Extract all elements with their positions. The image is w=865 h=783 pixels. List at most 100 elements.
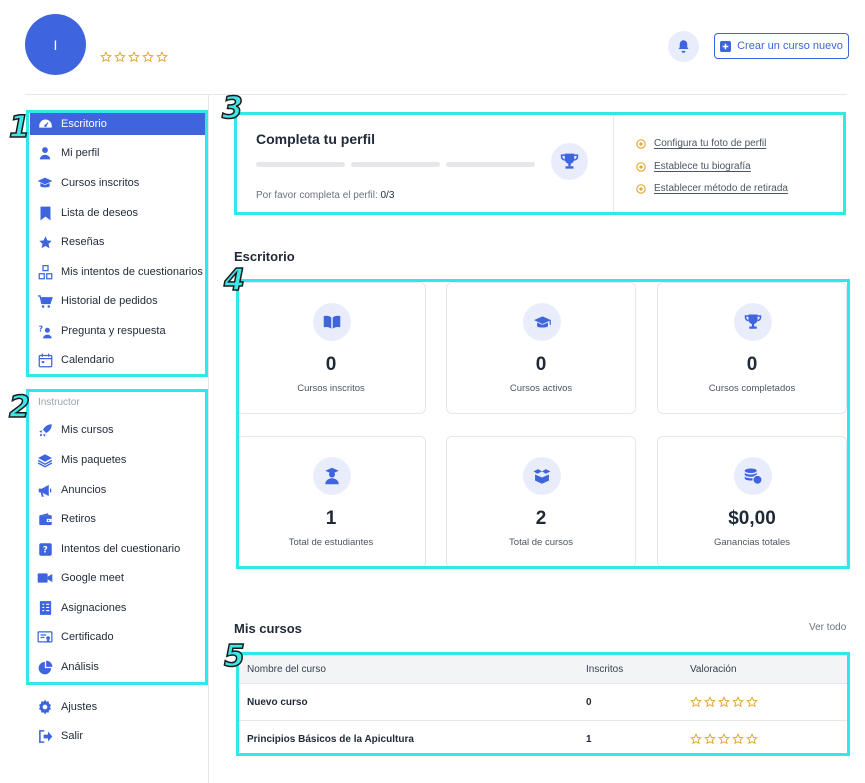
row-divider <box>238 720 848 721</box>
sidebar-item-resenas[interactable]: Reseñas <box>30 231 205 253</box>
avatar-initial: I <box>53 36 58 53</box>
student-icon <box>313 457 351 495</box>
stat-card-enrolled: 0 Cursos inscritos <box>236 282 426 414</box>
header-rating <box>100 51 168 63</box>
dashboard-title: Escritorio <box>234 249 295 264</box>
sidebar-item-certificado[interactable]: Certificado <box>30 626 205 648</box>
quiz-icon: ? <box>37 541 53 557</box>
sidebar-item-label: Cursos inscritos <box>61 177 140 189</box>
star-outline-icon <box>732 696 744 708</box>
circle-dot-icon <box>636 183 646 194</box>
sidebar-item-label: Lista de deseos <box>61 207 139 219</box>
star-outline-icon <box>704 733 716 745</box>
sidebar-item-mis-paquetes[interactable]: Mis paquetes <box>30 449 205 471</box>
course-name[interactable]: Principios Básicos de la Apicultura <box>247 734 414 745</box>
stat-label: Total de cursos <box>509 537 573 548</box>
star-outline-icon <box>690 696 702 708</box>
sidebar-item-label: Retiros <box>61 513 96 525</box>
open-book-icon <box>313 303 351 341</box>
sidebar-divider <box>208 95 209 783</box>
circle-dot-icon <box>636 138 646 149</box>
stat-card-students: 1 Total de estudiantes <box>236 436 426 568</box>
sidebar-item-label: Salir <box>61 730 84 742</box>
task-withdraw-method[interactable]: Establecer método de retirada <box>636 183 788 194</box>
sidebar-item-label: Análisis <box>61 661 99 673</box>
task-profile-photo[interactable]: Configura tu foto de perfil <box>636 138 766 149</box>
profile-card-divider <box>613 116 614 214</box>
star-outline-icon <box>718 733 730 745</box>
sidebar-item-label: Asignaciones <box>61 602 127 614</box>
graduation-cap-icon <box>523 303 561 341</box>
sidebar-item-google-meet[interactable]: Google meet <box>30 567 205 589</box>
megaphone-icon <box>37 482 53 498</box>
sidebar-item-anuncios[interactable]: Anuncios <box>30 479 205 501</box>
sidebar-item-retiros[interactable]: Retiros <box>30 508 205 530</box>
sidebar-item-intentos-cuestionario[interactable]: ? Intentos del cuestionario <box>30 538 205 560</box>
row-divider <box>238 683 848 684</box>
coins-icon <box>734 457 772 495</box>
stat-label: Cursos inscritos <box>297 383 365 394</box>
profile-completion-count: 0/3 <box>380 190 395 201</box>
task-label: Establecer método de retirada <box>654 183 788 194</box>
sidebar-item-lista-de-deseos[interactable]: Lista de deseos <box>30 202 205 224</box>
sidebar-item-escritorio[interactable]: Escritorio <box>30 113 205 135</box>
notifications-button[interactable] <box>668 31 699 62</box>
profile-completion-subtitle: Por favor completa el perfil: 0/3 <box>256 190 394 201</box>
see-all-link[interactable]: Ver todo <box>809 622 846 633</box>
avatar[interactable]: I <box>25 14 86 75</box>
star-outline-icon <box>732 733 744 745</box>
stat-value: $0,00 <box>728 508 776 529</box>
sidebar-item-mis-cursos[interactable]: Mis cursos <box>30 419 205 441</box>
course-name[interactable]: Nuevo curso <box>247 697 308 708</box>
sidebar-item-pregunta-respuesta[interactable]: ? Pregunta y respuesta <box>30 320 205 342</box>
annotation-marker-1: 1 <box>8 110 30 145</box>
cart-icon <box>37 293 53 309</box>
plus-square-icon <box>720 40 732 52</box>
sidebar-item-asignaciones[interactable]: Asignaciones <box>30 597 205 619</box>
sidebar-item-mis-intentos[interactable]: Mis intentos de cuestionarios <box>30 261 205 283</box>
instructor-section-label: Instructor <box>38 397 80 408</box>
sidebar-item-analisis[interactable]: Análisis <box>30 656 205 678</box>
layers-icon <box>37 452 53 468</box>
stat-label: Cursos activos <box>509 383 573 394</box>
star-outline-icon <box>114 51 126 63</box>
question-answer-icon: ? <box>37 323 53 339</box>
sidebar-item-calendario[interactable]: Calendario <box>30 349 205 371</box>
create-course-button[interactable]: Crear un curso nuevo <box>714 33 849 59</box>
sidebar-item-mi-perfil[interactable]: Mi perfil <box>30 142 205 164</box>
dashboard-icon <box>37 116 53 132</box>
certificate-icon <box>37 629 53 645</box>
course-enrolled: 0 <box>586 697 592 708</box>
trophy-badge <box>551 143 588 180</box>
star-outline-icon <box>704 696 716 708</box>
stat-card-courses: 2 Total de cursos <box>446 436 636 568</box>
stat-value: 0 <box>325 354 337 375</box>
trophy-icon <box>734 303 772 341</box>
sidebar-item-cursos-inscritos[interactable]: Cursos inscritos <box>30 172 205 194</box>
video-icon <box>37 570 53 586</box>
boxes-icon <box>523 457 561 495</box>
stat-label: Ganancias totales <box>713 537 791 548</box>
sidebar-item-ajustes[interactable]: Ajustes <box>30 696 205 718</box>
sidebar-item-historial-pedidos[interactable]: Historial de pedidos <box>30 290 205 312</box>
sidebar-item-label: Mis cursos <box>61 424 114 436</box>
circle-dot-icon <box>636 161 646 172</box>
sidebar-item-label: Certificado <box>61 631 114 643</box>
column-header-rating: Valoración <box>690 664 737 675</box>
bookmark-icon <box>37 205 53 221</box>
create-course-label: Crear un curso nuevo <box>737 40 843 52</box>
sidebar-item-salir[interactable]: Salir <box>30 725 205 747</box>
annotation-marker-5: 5 <box>223 639 245 674</box>
course-enrolled: 1 <box>586 734 592 745</box>
logout-icon <box>37 728 53 744</box>
sidebar-item-label: Mis paquetes <box>61 454 127 466</box>
svg-text:?: ? <box>38 324 42 333</box>
calendar-icon <box>37 352 53 368</box>
wallet-icon <box>37 511 53 527</box>
star-icon <box>37 234 53 250</box>
sidebar-item-label: Pregunta y respuesta <box>61 325 166 337</box>
sidebar-item-label: Mis intentos de cuestionarios <box>61 266 203 278</box>
sidebar-item-label: Reseñas <box>61 236 105 248</box>
task-biography[interactable]: Establece tu biografía <box>636 161 751 172</box>
star-outline-icon <box>746 733 758 745</box>
